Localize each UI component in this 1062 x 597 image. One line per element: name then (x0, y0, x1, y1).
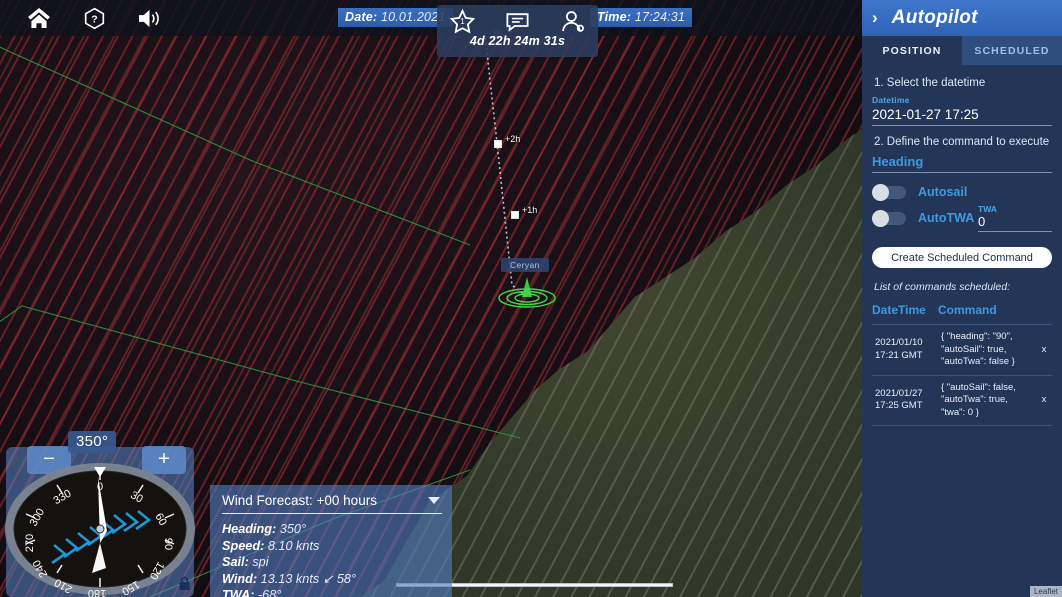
sidebar-body: 1. Select the datetime Datetime 2021-01-… (862, 65, 1062, 426)
forecast-key: TWA: (222, 588, 254, 597)
autosail-toggle-row: Autosail (872, 185, 1052, 199)
scheduled-commands-table: DateTime Command 2021/01/10 17:21 GMT { … (872, 303, 1052, 426)
waypoint-marker[interactable]: +2h (494, 140, 502, 148)
panel-title: Autopilot (892, 7, 978, 29)
toolbar-icon-group: ? (0, 5, 162, 31)
boat-heading-arrow (522, 277, 532, 297)
forecast-key: Wind: (222, 572, 257, 586)
help-icon[interactable]: ? (81, 5, 107, 31)
forecast-value: 13.13 knts ↙ 58° (261, 572, 356, 586)
step-1-label: 1. Select the datetime (874, 77, 1052, 89)
autotwa-toggle[interactable] (872, 212, 906, 225)
collapse-panel-icon[interactable]: › (872, 8, 878, 28)
twa-field-label: TWA (978, 204, 1052, 214)
row-datetime: 2021/01/10 17:21 GMT (872, 325, 938, 376)
forecast-value: -68° (258, 588, 281, 597)
tab-scheduled[interactable]: SCHEDULED (962, 36, 1062, 65)
center-toolbar-panel: 1 4d 22h 24m 31s (437, 5, 598, 57)
wind-forecast-panel: Wind Forecast: +00 hours Heading: 350° S… (210, 485, 452, 597)
top-toolbar: ? Date: 10.01.2021 Time: 17:24:31 (0, 0, 862, 36)
waypoint-marker[interactable]: +1h (511, 211, 519, 219)
center-icon-group: 1 (449, 8, 586, 35)
table-row: 2021/01/10 17:21 GMT { "heading": "90", … (872, 325, 1052, 376)
table-header-row: DateTime Command (872, 303, 1052, 325)
forecast-key: Sail: (222, 555, 249, 569)
svg-text:270: 270 (24, 534, 36, 552)
svg-text:90: 90 (162, 538, 174, 550)
toggle-knob (872, 184, 889, 201)
forecast-value: 8.10 knts (268, 539, 320, 553)
row-datetime: 2021/01/27 17:25 GMT (872, 375, 938, 426)
datetime-field-value[interactable]: 2021-01-27 17:25 (872, 105, 1052, 126)
table-row: 2021/01/27 17:25 GMT { "autoSail": false… (872, 375, 1052, 426)
home-icon[interactable] (26, 5, 52, 31)
date-label: Date: (345, 10, 377, 24)
autopilot-sidebar: › Autopilot POSITION SCHEDULED 1. Select… (862, 0, 1062, 597)
column-header-datetime: DateTime (872, 303, 938, 325)
forecast-row-speed: Speed: 8.10 knts (222, 538, 442, 555)
heading-command-link[interactable]: Heading (872, 154, 1052, 173)
chat-icon[interactable] (504, 8, 531, 35)
compass-rose[interactable]: 0 30 60 90 120 150 180 210 240 270 300 3… (2, 447, 198, 597)
forecast-value: spi (252, 555, 268, 569)
twa-field-value[interactable]: 0 (978, 214, 1052, 232)
time-chip: Time: 17:24:31 (590, 8, 692, 27)
svg-text:180: 180 (88, 587, 106, 597)
row-command: { "autoSail": false, "autoTwa": true, "t… (938, 375, 1036, 426)
delete-row-icon[interactable]: x (1036, 375, 1052, 426)
autotwa-toggle-row: AutoTWA TWA 0 (872, 204, 1052, 232)
sidebar-tabs: POSITION SCHEDULED (862, 36, 1062, 65)
time-label: Time: (597, 10, 631, 24)
delete-row-icon[interactable]: x (1036, 325, 1052, 376)
twa-field: TWA 0 (978, 204, 1052, 232)
forecast-row-twa: TWA: -68° (222, 587, 442, 597)
waypoint-label: +2h (505, 134, 520, 144)
boat-name-label[interactable]: Ceryan (501, 258, 549, 272)
profile-icon[interactable] (559, 8, 586, 35)
autosail-label: Autosail (918, 185, 967, 199)
column-header-delete (1036, 303, 1052, 325)
map-attribution[interactable]: Leaflet (1030, 586, 1062, 597)
tab-position[interactable]: POSITION (862, 36, 962, 65)
wind-forecast-title: Wind Forecast: +00 hours (222, 493, 377, 508)
waypoint-dot (511, 211, 519, 219)
datetime-field[interactable]: Datetime 2021-01-27 17:25 (872, 95, 1052, 126)
forecast-row-heading: Heading: 350° (222, 521, 442, 538)
forecast-row-wind: Wind: 13.13 knts ↙ 58° (222, 571, 442, 588)
autosail-toggle[interactable] (872, 186, 906, 199)
datetime-field-label: Datetime (872, 95, 1052, 105)
forecast-key: Speed: (222, 539, 264, 553)
wind-forecast-dropdown[interactable]: Wind Forecast: +00 hours (222, 493, 442, 514)
row-command: { "heading": "90", "autoSail": true, "au… (938, 325, 1036, 376)
create-scheduled-command-button[interactable]: Create Scheduled Command (872, 247, 1052, 268)
time-value: 17:24:31 (635, 10, 685, 24)
forecast-value: 350° (280, 522, 306, 536)
chevron-down-icon (428, 497, 440, 504)
sidebar-header: › Autopilot (862, 0, 1062, 36)
star-icon[interactable]: 1 (449, 8, 476, 35)
lock-icon[interactable] (178, 576, 191, 591)
svg-text:1: 1 (460, 17, 464, 26)
sound-icon[interactable] (136, 5, 162, 31)
race-countdown: 4d 22h 24m 31s (470, 34, 565, 48)
column-header-command: Command (938, 303, 1036, 325)
waypoint-dot (494, 140, 502, 148)
date-chip: Date: 10.01.2021 (338, 8, 453, 27)
date-value: 10.01.2021 (381, 10, 446, 24)
app-root: +3h +2h +1h Ceryan ? (0, 0, 1062, 597)
waypoint-label: +1h (522, 205, 537, 215)
scheduled-list-caption: List of commands scheduled: (874, 281, 1052, 293)
autotwa-label: AutoTWA (918, 211, 974, 225)
forecast-key: Heading: (222, 522, 276, 536)
svg-text:?: ? (91, 13, 97, 25)
compass-widget: − + 350° 0 30 60 90 (2, 429, 198, 597)
step-2-label: 2. Define the command to execute (874, 136, 1052, 148)
toggle-knob (872, 210, 889, 227)
forecast-row-sail: Sail: spi (222, 554, 442, 571)
wind-forecast-values: Heading: 350° Speed: 8.10 knts Sail: spi… (222, 521, 442, 597)
